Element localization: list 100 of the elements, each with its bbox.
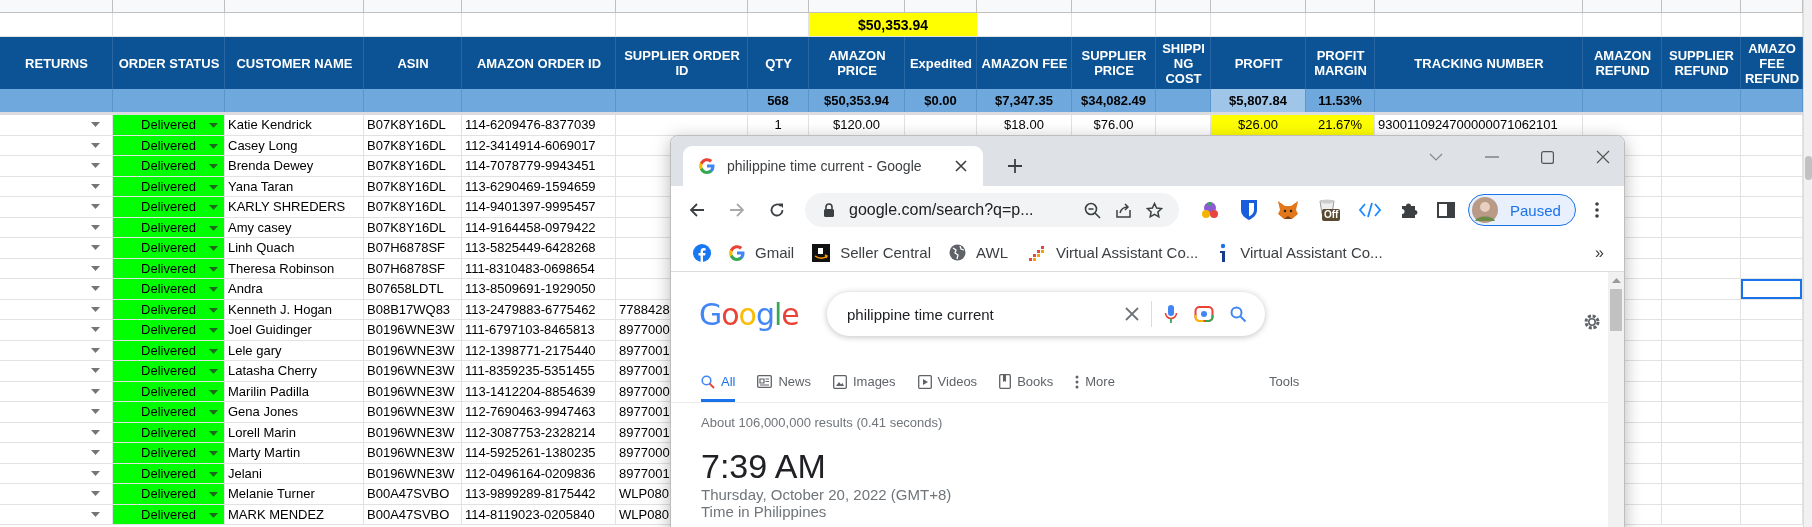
- status-dropdown[interactable]: Delivered: [113, 135, 224, 155]
- status-dropdown[interactable]: Delivered: [113, 258, 224, 278]
- dropdown-caret-icon[interactable]: [91, 265, 100, 271]
- caret-icon: [209, 512, 218, 518]
- bookmark[interactable]: Virtual Assistant Co...: [1026, 244, 1199, 261]
- status-dropdown[interactable]: Delivered: [113, 299, 224, 319]
- browser-tab[interactable]: philippine time current - Google: [683, 146, 983, 186]
- total-cell-text: $50,353.94: [822, 92, 891, 110]
- search-tab[interactable]: All: [701, 374, 736, 402]
- table-cell-text: Latasha Cherry: [227, 362, 318, 381]
- side-panel-icon[interactable]: [1437, 202, 1455, 218]
- search-tab[interactable]: Videos: [917, 374, 978, 402]
- profile-button[interactable]: Paused: [1468, 194, 1576, 226]
- search-tab[interactable]: News: [757, 374, 811, 402]
- more-bookmarks-button[interactable]: »: [1595, 243, 1604, 262]
- status-dropdown[interactable]: Delivered: [113, 402, 224, 422]
- selected-cell[interactable]: [1741, 279, 1802, 299]
- search-tab[interactable]: More: [1075, 374, 1115, 402]
- status-dropdown[interactable]: Delivered: [113, 217, 224, 237]
- dropdown-caret-icon[interactable]: [91, 224, 100, 230]
- status-dropdown[interactable]: Delivered: [113, 443, 224, 463]
- status-dropdown[interactable]: Delivered: [113, 176, 224, 196]
- dropdown-caret-icon[interactable]: [91, 429, 100, 435]
- status-dropdown[interactable]: Delivered: [113, 340, 224, 360]
- settings-icon[interactable]: [1582, 312, 1602, 332]
- maximize-icon[interactable]: [1541, 150, 1554, 164]
- table-cell-text: Theresa Robinson: [227, 259, 336, 278]
- dropdown-caret-icon[interactable]: [91, 163, 100, 169]
- dropdown-caret-icon[interactable]: [91, 470, 100, 476]
- dropdown-caret-icon[interactable]: [91, 204, 100, 210]
- zoom-out-icon[interactable]: [1084, 201, 1101, 219]
- table-cell: 8977000: [619, 322, 670, 338]
- status-dropdown[interactable]: Delivered: [113, 320, 224, 340]
- star-icon[interactable]: [1146, 201, 1163, 219]
- table-cell-text: B0196WNE3W: [366, 444, 456, 463]
- dropdown-caret-icon[interactable]: [91, 183, 100, 189]
- dropdown-caret-icon[interactable]: [91, 491, 100, 497]
- chevron-down-icon[interactable]: [1429, 153, 1443, 161]
- status-dropdown[interactable]: Delivered: [113, 156, 224, 176]
- dropdown-caret-icon[interactable]: [91, 409, 100, 415]
- status-dropdown[interactable]: Delivered: [113, 238, 224, 258]
- puzzle-icon[interactable]: [1400, 201, 1418, 219]
- dropdown-caret-icon[interactable]: [91, 286, 100, 292]
- status-dropdown[interactable]: Delivered: [113, 422, 224, 442]
- address-bar[interactable]: google.com/search?q=p...: [805, 193, 1179, 227]
- status-dropdown[interactable]: Delivered: [113, 115, 224, 135]
- forward-icon[interactable]: [729, 202, 745, 218]
- back-icon[interactable]: [689, 202, 705, 218]
- dropdown-caret-icon[interactable]: [91, 122, 100, 128]
- scrollbar[interactable]: [1803, 0, 1812, 527]
- status-dropdown[interactable]: Delivered: [113, 504, 224, 524]
- tools-button[interactable]: Tools: [1269, 374, 1300, 389]
- share-icon[interactable]: [1115, 201, 1132, 219]
- column-header: AMAZO FEE REFUND: [1743, 40, 1801, 86]
- status-dropdown[interactable]: Delivered: [113, 484, 224, 504]
- table-cell: 8977001: [619, 404, 670, 420]
- bookmark[interactable]: Seller Central: [812, 243, 932, 262]
- table-cell-text: Melanie Turner: [227, 485, 316, 504]
- dropdown-caret-icon[interactable]: [91, 450, 100, 456]
- microphone-icon[interactable]: [1164, 304, 1178, 324]
- bookmark[interactable]: Gmail: [729, 244, 795, 261]
- table-cell-text: 9300110924700000071062101: [1377, 116, 1559, 135]
- dropdown-caret-icon[interactable]: [91, 511, 100, 517]
- camera-icon[interactable]: [1194, 305, 1214, 323]
- search-field[interactable]: philippine time current: [827, 292, 1265, 336]
- dropdown-caret-icon[interactable]: [91, 142, 100, 148]
- dropdown-caret-icon[interactable]: [91, 327, 100, 333]
- search-tab[interactable]: Images: [832, 374, 896, 402]
- code-icon[interactable]: [1359, 202, 1381, 218]
- status-dropdown[interactable]: Delivered: [113, 197, 224, 217]
- menu-icon[interactable]: [1594, 202, 1599, 218]
- reload-icon[interactable]: [769, 202, 785, 218]
- table-cell-text: B00A47SVBO: [366, 505, 451, 524]
- table-cell: 8977001: [619, 465, 670, 481]
- clear-icon[interactable]: [1125, 307, 1139, 321]
- dropdown-caret-icon[interactable]: [91, 347, 100, 353]
- status-dropdown[interactable]: Delivered: [113, 279, 224, 299]
- dropdown-caret-icon[interactable]: [91, 306, 100, 312]
- scroll-thumb[interactable]: [1610, 289, 1622, 331]
- fox-icon[interactable]: [1277, 200, 1299, 220]
- play-icon: [917, 374, 932, 389]
- status-dropdown[interactable]: Delivered: [113, 463, 224, 483]
- new-tab-icon[interactable]: [1007, 158, 1023, 174]
- status-dropdown[interactable]: Delivered: [113, 361, 224, 381]
- column-header: SUPPLIER REFUND: [1668, 48, 1735, 78]
- dropdown-caret-icon[interactable]: [91, 245, 100, 251]
- dropdown-caret-icon[interactable]: [91, 368, 100, 374]
- bookmark[interactable]: [693, 243, 711, 262]
- table-cell: 7788428: [619, 301, 670, 317]
- bookmark[interactable]: AWL: [949, 244, 1008, 261]
- search-icon[interactable]: [1230, 305, 1247, 323]
- close-icon[interactable]: [1596, 150, 1610, 164]
- dropdown-caret-icon[interactable]: [91, 388, 100, 394]
- bookmark[interactable]: Virtual Assistant Co...: [1216, 242, 1383, 263]
- close-icon[interactable]: [955, 160, 967, 172]
- search-tab[interactable]: Books: [999, 374, 1054, 402]
- status-dropdown[interactable]: Delivered: [113, 381, 224, 401]
- column-header: QTY: [765, 55, 792, 71]
- shield-icon[interactable]: [1240, 199, 1258, 221]
- scrollbar[interactable]: [1608, 272, 1624, 527]
